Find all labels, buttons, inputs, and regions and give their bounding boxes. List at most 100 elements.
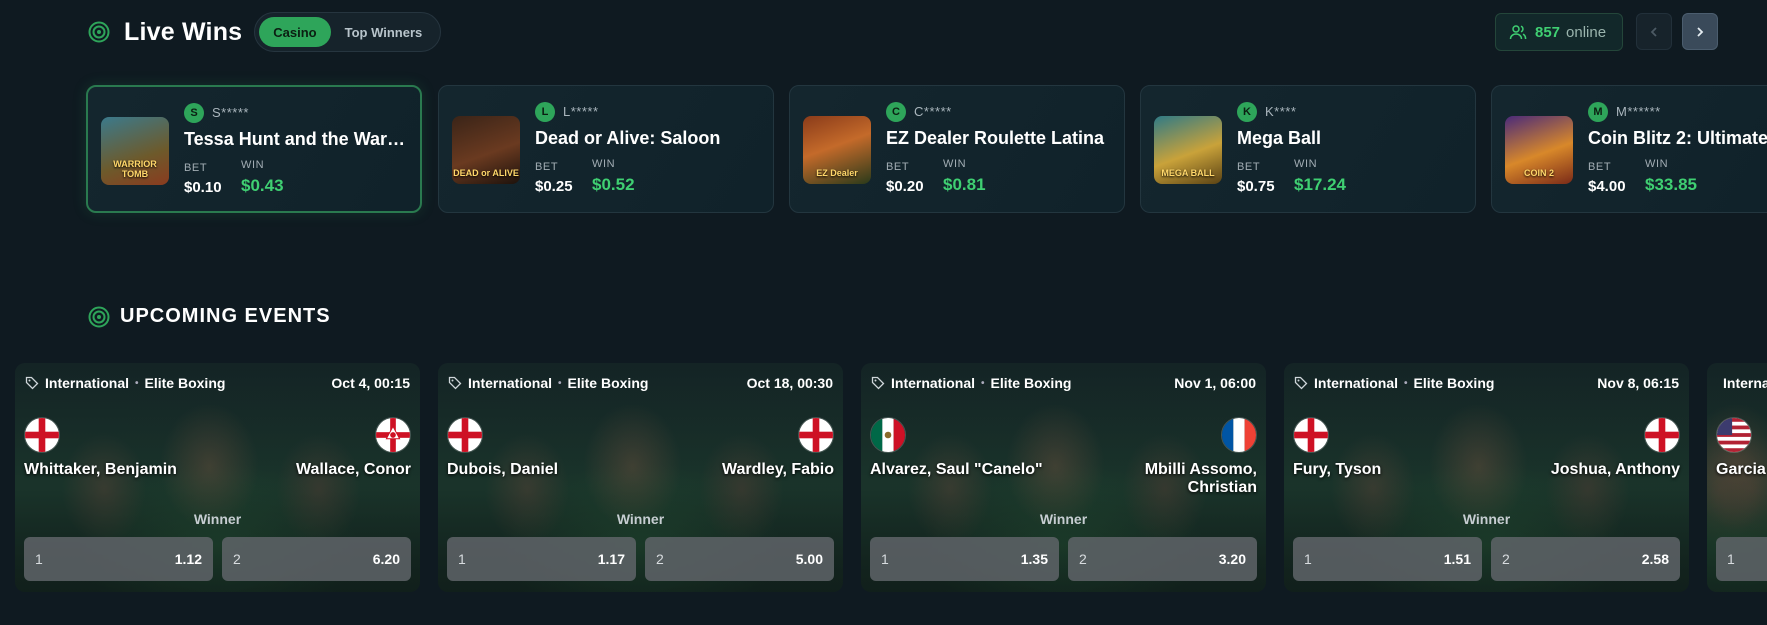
selection-label: 2 — [1502, 551, 1510, 567]
avatar: K — [1237, 102, 1257, 122]
away-team: Wardley, Fabio — [721, 461, 834, 478]
away-team: Mbilli Assomo, Christian — [1144, 461, 1257, 496]
event-league: Elite Boxing — [1413, 375, 1495, 391]
home-team: Whittaker, Benjamin — [24, 461, 177, 478]
event-league: Elite Boxing — [567, 375, 649, 391]
france-flag-icon — [1221, 417, 1257, 453]
online-label: online — [1566, 23, 1607, 41]
event-region: International — [45, 375, 130, 391]
game-name: EZ Dealer Roulette Latina — [886, 128, 1105, 148]
live-wins-header: Live Wins Casino Top Winners — [88, 12, 442, 52]
avatar: L — [535, 102, 555, 122]
win-amount: $33.85 — [1645, 175, 1697, 194]
tag-icon — [448, 376, 462, 390]
home-team: Alvarez, Saul "Canelo" — [870, 461, 1043, 478]
game-thumbnail: EZ Dealer — [803, 116, 871, 184]
odds-button-home[interactable]: 1 1.35 — [870, 537, 1059, 581]
game-name: Dead or Alive: Saloon — [535, 128, 721, 148]
bet-amount: $0.75 — [1237, 178, 1275, 195]
live-wins-title: Live Wins — [124, 17, 243, 46]
event-date: Oct 18, 00:30 — [746, 375, 833, 391]
win-card[interactable]: COIN 2 M M****** Coin Blitz 2: Ultimate … — [1491, 85, 1767, 213]
bet-label: BET — [886, 161, 910, 173]
avatar: S — [184, 103, 204, 123]
thumbnail-text: WARRIOR TOMB — [113, 159, 157, 179]
tab-top-winners[interactable]: Top Winners — [331, 17, 437, 47]
next-button[interactable] — [1682, 13, 1718, 50]
game-thumbnail: WARRIOR TOMB — [101, 117, 169, 185]
odds-button-away[interactable]: 2 3.20 — [1068, 537, 1257, 581]
live-wins-tabs: Casino Top Winners — [254, 12, 442, 52]
market-label: Winner — [1039, 511, 1088, 527]
event-league: Elite Boxing — [990, 375, 1072, 391]
separator-dot: • — [981, 377, 985, 389]
username: M****** — [1616, 104, 1661, 119]
sports-casino-page: Live Wins Casino Top Winners 857 online … — [0, 0, 1767, 625]
users-icon — [1509, 25, 1527, 40]
win-label: WIN — [592, 158, 616, 170]
market-label: Winner — [193, 511, 242, 527]
event-meta: International • Elite Boxing Oct 4, 00:1… — [25, 372, 410, 394]
away-team: Wallace, Conor — [296, 461, 411, 478]
odds-value: 1.35 — [1020, 551, 1048, 567]
win-label: WIN — [241, 159, 265, 171]
game-thumbnail: MEGA BALL — [1154, 116, 1222, 184]
win-card[interactable]: DEAD or ALIVE L L***** Dead or Alive: Sa… — [438, 85, 774, 213]
england-flag-icon — [1644, 417, 1680, 453]
odds-button-away[interactable]: 2 5.00 — [645, 537, 834, 581]
market-label: Winner — [616, 511, 665, 527]
win-card[interactable]: EZ Dealer C C***** EZ Dealer Roulette La… — [789, 85, 1125, 213]
odds-value: 1.17 — [597, 551, 625, 567]
bet-amount: $0.20 — [886, 178, 924, 195]
win-card[interactable]: WARRIOR TOMB S S***** Tessa Hunt and the… — [86, 85, 422, 213]
win-amount: $0.52 — [592, 175, 635, 194]
event-card[interactable]: International Garcia 1 — [1707, 363, 1767, 592]
avatar: M — [1588, 102, 1608, 122]
event-region: International — [468, 375, 553, 391]
win-label: WIN — [1294, 158, 1318, 170]
odds-button-away[interactable]: 2 6.20 — [222, 537, 411, 581]
upcoming-events-title: UPCOMING EVENTS — [120, 305, 331, 327]
england-flag-icon — [798, 417, 834, 453]
thumbnail-text: MEGA BALL — [1161, 168, 1215, 178]
odds-value: 5.00 — [795, 551, 823, 567]
win-card[interactable]: MEGA BALL K K**** Mega Ball BET $0.75 WI… — [1140, 85, 1476, 213]
home-team: Garcia — [1716, 461, 1766, 478]
odds-button-home[interactable]: 1 1.17 — [447, 537, 636, 581]
odds-button-away[interactable]: 2 2.58 — [1491, 537, 1680, 581]
event-date: Nov 1, 06:00 — [1174, 375, 1256, 391]
odds-button-home[interactable]: 1 1.51 — [1293, 537, 1482, 581]
selection-label: 1 — [881, 551, 889, 567]
event-card[interactable]: International • Elite Boxing Nov 1, 06:0… — [861, 363, 1266, 592]
odds-button-home[interactable]: 1 1.12 — [24, 537, 213, 581]
event-meta: International • Elite Boxing Oct 18, 00:… — [448, 372, 833, 394]
event-meta: International — [1717, 372, 1767, 394]
odds-value: 3.20 — [1218, 551, 1246, 567]
home-team: Fury, Tyson — [1293, 461, 1382, 478]
selection-label: 2 — [656, 551, 664, 567]
avatar: C — [886, 102, 906, 122]
bet-label: BET — [535, 161, 559, 173]
event-date: Oct 4, 00:15 — [331, 375, 410, 391]
odds-button-home[interactable]: 1 — [1716, 537, 1767, 581]
event-league: Elite Boxing — [144, 375, 226, 391]
tab-casino[interactable]: Casino — [259, 17, 331, 47]
market-label: Winner — [1462, 511, 1511, 527]
selection-label: 2 — [233, 551, 241, 567]
event-card[interactable]: International • Elite Boxing Oct 4, 00:1… — [15, 363, 420, 592]
thumbnail-text: EZ Dealer — [816, 168, 858, 178]
win-amount: $0.43 — [241, 176, 284, 195]
bet-label: BET — [1237, 161, 1261, 173]
event-card[interactable]: International • Elite Boxing Oct 18, 00:… — [438, 363, 843, 592]
online-count: 857 — [1535, 23, 1561, 41]
selection-label: 1 — [1727, 551, 1735, 567]
prev-button[interactable] — [1636, 13, 1672, 50]
separator-dot: • — [1404, 377, 1408, 389]
england-flag-icon — [1293, 417, 1329, 453]
thumbnail-text: COIN 2 — [1523, 168, 1554, 178]
event-region: International — [891, 375, 976, 391]
separator-dot: • — [558, 377, 562, 389]
event-meta: International • Elite Boxing Nov 1, 06:0… — [871, 372, 1256, 394]
selection-label: 2 — [1079, 551, 1087, 567]
event-card[interactable]: International • Elite Boxing Nov 8, 06:1… — [1284, 363, 1689, 592]
